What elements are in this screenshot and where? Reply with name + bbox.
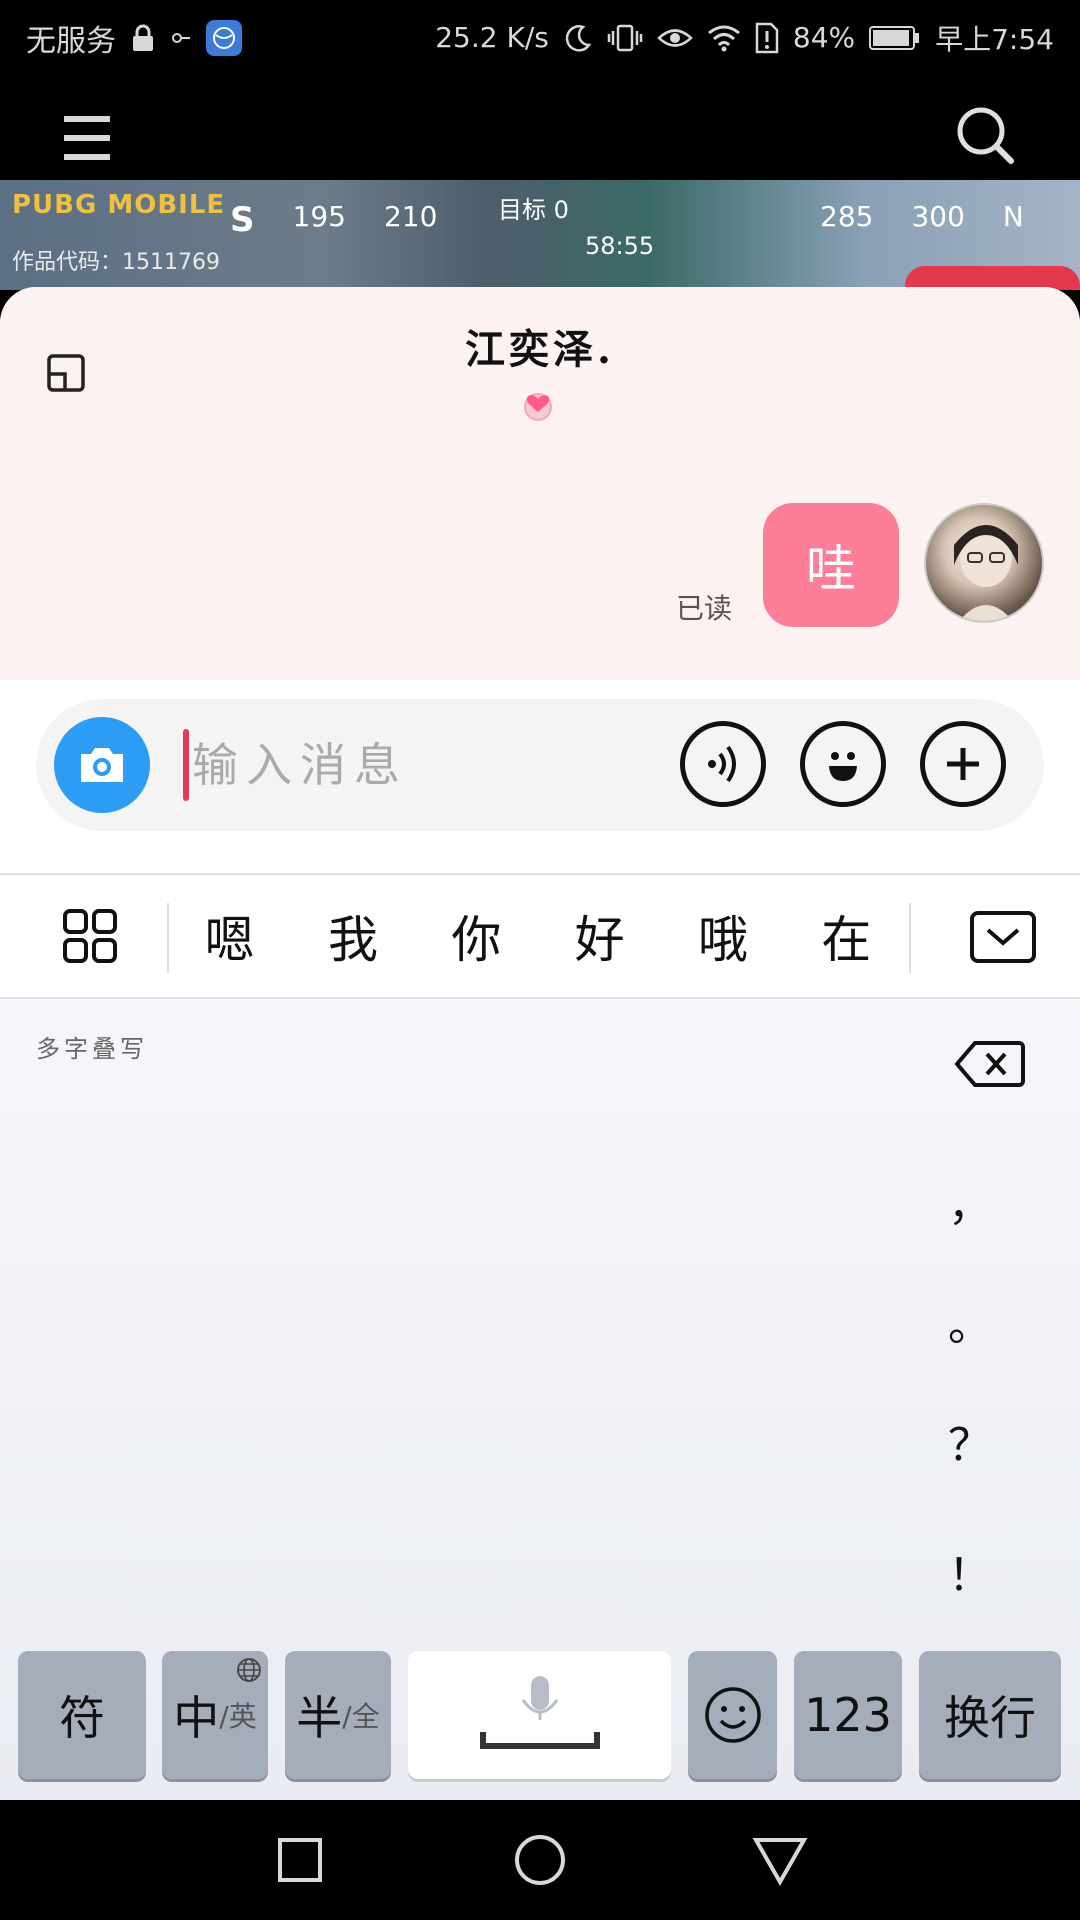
- live-video-preview[interactable]: PUBG MOBILE 作品代码：1511769 S 195 210 目标 0 …: [0, 180, 1080, 290]
- lock-icon: [133, 24, 153, 51]
- game-logo: PUBG MOBILE: [12, 190, 226, 220]
- sim-alert-icon: [755, 22, 779, 53]
- camera-icon: [81, 748, 123, 782]
- chat-message-area: 江奕泽. 已读 哇: [0, 287, 1080, 680]
- backspace-icon[interactable]: [955, 1039, 1025, 1089]
- battery-percent: 84%: [792, 21, 856, 54]
- more-options-button[interactable]: [920, 721, 1006, 807]
- emoji-button[interactable]: [800, 721, 886, 807]
- lang-main-label: 中: [173, 1691, 220, 1745]
- symbols-key[interactable]: 符: [18, 1651, 146, 1779]
- space-voice-key[interactable]: [408, 1651, 671, 1779]
- compass-mark: 285: [820, 200, 874, 233]
- numbers-key-label: 123: [804, 1688, 892, 1742]
- compass-left: S 195 210: [230, 200, 437, 240]
- compass-mark: 210: [383, 200, 438, 233]
- handwriting-mode-label[interactable]: 多字叠写: [36, 1029, 148, 1064]
- vpn-key-icon: [172, 32, 190, 43]
- app-notification-icon: [206, 19, 242, 56]
- moon-icon: [565, 24, 592, 52]
- avatar[interactable]: [924, 503, 1044, 623]
- message-input-bar: [36, 699, 1044, 831]
- message-input[interactable]: [192, 731, 662, 799]
- compass-right: 285 300 N: [820, 200, 1024, 233]
- width-switch-key[interactable]: 半/全: [285, 1651, 391, 1779]
- collapse-keyboard-button[interactable]: [970, 911, 1036, 963]
- home-circle-icon[interactable]: [510, 1830, 570, 1890]
- punct-exclaim-key[interactable]: ！: [930, 1539, 1010, 1603]
- punct-comma-key[interactable]: ，: [930, 1169, 1010, 1233]
- text-cursor: [183, 729, 189, 801]
- width-sub-label: /全: [342, 1700, 380, 1733]
- candidate-word[interactable]: 我: [318, 900, 388, 972]
- punct-question-key[interactable]: ？: [930, 1409, 1010, 1473]
- message-bubble[interactable]: 哇: [763, 503, 899, 627]
- compass-mark: 195: [292, 200, 346, 233]
- microphone-icon: [479, 1676, 600, 1749]
- candidate-word[interactable]: 哦: [688, 900, 758, 972]
- compass-mark: 300: [911, 200, 965, 233]
- smiley-icon: [829, 752, 857, 781]
- chat-title: 江奕泽.: [465, 326, 615, 373]
- menu-icon[interactable]: [62, 115, 112, 161]
- eye-icon: [657, 28, 693, 47]
- globe-icon: [237, 1658, 261, 1682]
- numbers-key[interactable]: 123: [794, 1651, 902, 1779]
- system-nav-bar: [0, 1800, 1080, 1920]
- net-speed-text: 25.2 K/s: [435, 21, 549, 54]
- search-icon[interactable]: [955, 105, 1015, 165]
- candidate-word[interactable]: 嗯: [195, 900, 265, 972]
- battery-icon: [869, 25, 920, 50]
- back-triangle-icon[interactable]: [750, 1830, 810, 1890]
- chevron-down-icon: [986, 928, 1020, 946]
- recents-square-icon[interactable]: [270, 1830, 330, 1890]
- compass-mark: S: [230, 200, 255, 240]
- chat-sheet: 江奕泽. 已读 哇 嗯 我 你 好 哦: [0, 287, 1080, 1800]
- vibrate-icon: [607, 24, 643, 51]
- lang-sub-label: /英: [219, 1700, 257, 1733]
- symbols-key-label: 符: [59, 1691, 105, 1745]
- candidate-separator: [909, 903, 911, 973]
- plus-icon: [947, 748, 979, 780]
- language-switch-key[interactable]: 中/英: [162, 1651, 268, 1779]
- app-top-bar: [0, 75, 1080, 180]
- work-code: 作品代码：1511769: [12, 250, 220, 275]
- grid-menu-icon[interactable]: [62, 908, 118, 964]
- voice-wave-icon: [708, 745, 736, 783]
- punct-period-key[interactable]: 。: [930, 1289, 1010, 1353]
- width-main-label: 半: [296, 1691, 343, 1745]
- compass-mark: N: [1002, 200, 1024, 233]
- candidate-word[interactable]: 在: [811, 900, 881, 972]
- candidate-word[interactable]: 你: [441, 900, 511, 972]
- clock-text: 早上7:54: [935, 22, 1054, 56]
- ime-candidate-bar: 嗯 我 你 好 哦 在: [0, 875, 1080, 997]
- newline-key-label: 换行: [944, 1691, 1036, 1745]
- voice-message-button[interactable]: [680, 721, 766, 807]
- candidate-list: 嗯 我 你 好 哦 在: [168, 875, 908, 997]
- read-status: 已读: [676, 592, 733, 625]
- hud-target: 目标 0: [498, 196, 569, 224]
- hud-timer: 58:55: [585, 232, 655, 260]
- emoji-key[interactable]: [688, 1651, 777, 1779]
- wifi-icon: [707, 25, 740, 51]
- heart-ring-icon: [524, 393, 552, 421]
- smiley-icon: [704, 1687, 761, 1743]
- carrier-text: 无服务: [26, 23, 116, 59]
- status-bar: 无服务 25.2 K/s 84% 早上7:54: [0, 0, 1080, 75]
- newline-key[interactable]: 换行: [919, 1651, 1061, 1779]
- camera-button[interactable]: [54, 717, 150, 813]
- candidate-word[interactable]: 好: [565, 900, 635, 972]
